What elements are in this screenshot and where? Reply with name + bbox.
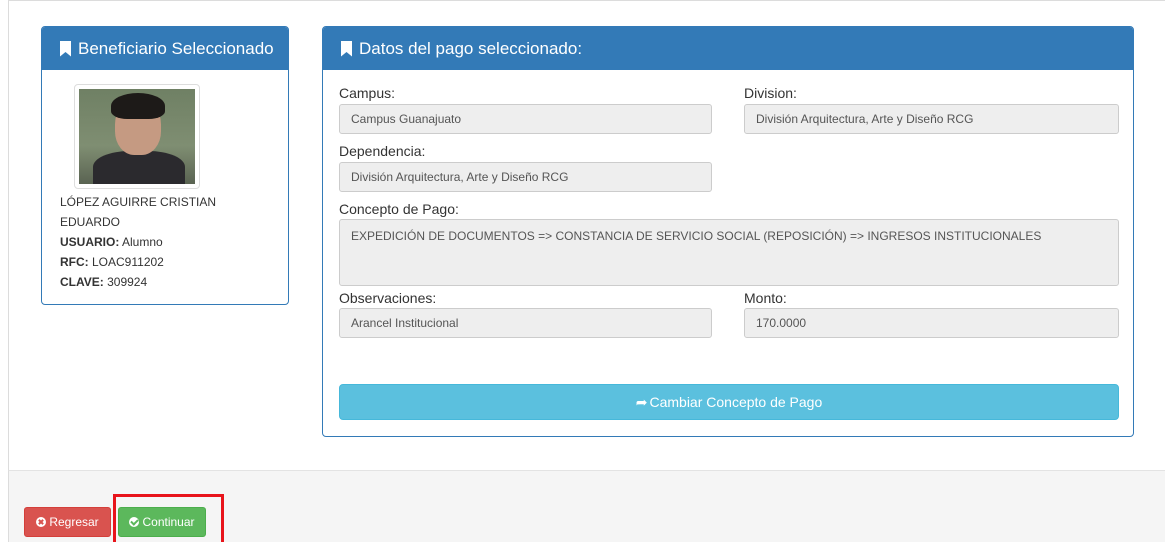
concepto-field[interactable]: EXPEDICIÓN DE DOCUMENTOS => CONSTANCIA D…: [339, 219, 1119, 286]
change-concept-label: Cambiar Concepto de Pago: [649, 394, 823, 410]
rfc-row: RFC: LOAC911202: [60, 252, 280, 272]
campus-label: Campus:: [339, 85, 396, 101]
clave-label: CLAVE:: [60, 275, 104, 289]
beneficiary-panel: Beneficiario Seleccionado LÓPEZ AGUIRRE …: [41, 26, 289, 305]
beneficiary-name-line1: LÓPEZ AGUIRRE CRISTIAN: [60, 195, 217, 209]
dependencia-field[interactable]: División Arquitectura, Arte y Diseño RCG: [339, 162, 712, 192]
avatar-photo: [79, 89, 195, 184]
monto-label: Monto:: [744, 290, 787, 306]
change-concept-button[interactable]: ➦ Cambiar Concepto de Pago: [339, 384, 1119, 420]
concepto-label: Concepto de Pago:: [339, 201, 459, 217]
beneficiary-panel-title: Beneficiario Seleccionado: [78, 38, 274, 58]
division-field[interactable]: División Arquitectura, Arte y Diseño RCG: [744, 104, 1119, 134]
bookmark-icon: [60, 40, 71, 57]
dependencia-label: Dependencia:: [339, 143, 426, 159]
campus-field[interactable]: Campus Guanajuato: [339, 104, 712, 134]
clave-row: CLAVE: 309924: [60, 272, 280, 292]
observaciones-label: Observaciones:: [339, 290, 437, 306]
back-button-label: Regresar: [49, 515, 99, 529]
beneficiary-info: LÓPEZ AGUIRRE CRISTIAN EDUARDO USUARIO: …: [60, 192, 280, 292]
payment-panel-title: Datos del pago seleccionado:: [359, 38, 583, 58]
bookmark-icon: [341, 40, 352, 57]
observaciones-field[interactable]: Arancel Institucional: [339, 308, 712, 338]
share-arrow-icon: ➦: [635, 393, 648, 410]
beneficiary-name-line2: EDUARDO: [60, 215, 121, 229]
usuario-row: USUARIO: Alumno: [60, 232, 280, 252]
usuario-label: USUARIO:: [60, 235, 120, 249]
highlight-box: [113, 494, 224, 542]
beneficiary-panel-heading: Beneficiario Seleccionado: [42, 27, 288, 70]
monto-field[interactable]: 170.0000: [744, 308, 1119, 338]
avatar: [74, 84, 200, 189]
payment-panel: Datos del pago seleccionado: Campus: Cam…: [322, 26, 1134, 437]
main-content: Beneficiario Seleccionado LÓPEZ AGUIRRE …: [8, 0, 1165, 470]
rfc-label: RFC:: [60, 255, 89, 269]
usuario-value: Alumno: [119, 235, 163, 249]
rfc-value: LOAC911202: [88, 255, 164, 269]
remove-circle-icon: [36, 517, 47, 527]
clave-value: 309924: [103, 275, 148, 289]
back-button[interactable]: Regresar: [24, 507, 111, 537]
page: Beneficiario Seleccionado LÓPEZ AGUIRRE …: [0, 0, 1165, 542]
division-label: Division:: [744, 85, 797, 101]
payment-panel-heading: Datos del pago seleccionado:: [323, 27, 1133, 70]
